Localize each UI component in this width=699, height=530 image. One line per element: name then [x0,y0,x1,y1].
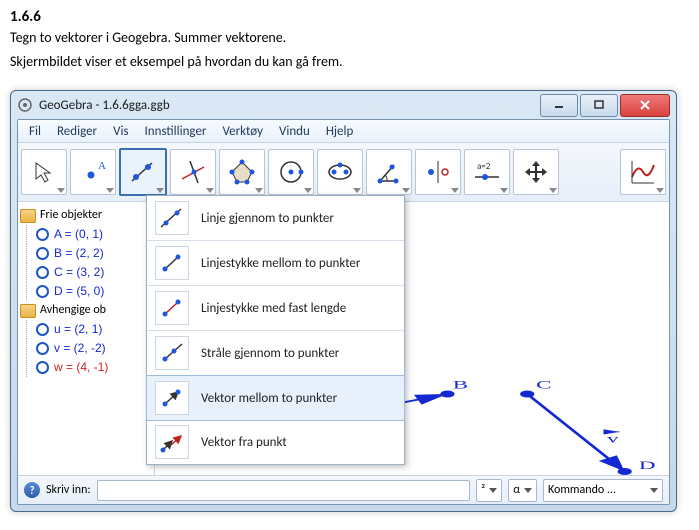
tool-point[interactable]: A [70,149,116,195]
help-icon[interactable]: ? [24,482,40,498]
svg-text:a=2: a=2 [477,161,491,172]
vector-icon [155,381,189,415]
ray-icon [155,336,189,370]
dd-vector-from[interactable]: Vektor fra punkt [147,420,404,464]
dd-segment-fixed[interactable]: Linjestykke med fast lengde [147,286,404,331]
dd-vector-label: Vektor mellom to punkter [201,391,337,406]
obj-b-label: B = (2, 2) [54,244,104,263]
segment-fixed-icon [155,291,189,325]
obj-a-label: A = (0, 1) [54,225,103,244]
vector-from-icon [155,425,189,459]
svg-text:D: D [639,459,656,472]
menu-verktoy[interactable]: Verktøy [215,122,270,141]
menubar: Fil Rediger Vis Innstillinger Verktøy Vi… [18,120,669,143]
window-title: GeoGebra - 1.6.6gga.ggb [39,98,170,113]
exercise-line1: Tegn to vektorer i Geogebra. Summer vekt… [0,28,699,52]
tool-slider[interactable]: a=2 [464,149,510,195]
menu-fil[interactable]: Fil [22,122,48,141]
input-label: Skriv inn: [46,483,91,497]
close-button[interactable] [620,94,670,117]
dep-objects-folder[interactable]: Avhengige ob [20,301,150,320]
tool-polygon[interactable] [219,149,265,195]
obj-c[interactable]: C = (3, 2) [20,263,150,282]
dd-segment-label: Linjestykke mellom to punkter [201,256,360,271]
symbol-select-2[interactable]: α [508,479,537,502]
tool-line[interactable] [119,148,167,196]
dd-ray[interactable]: Stråle gjennom to punkter [147,331,404,376]
app-window: GeoGebra - 1.6.6gga.ggb Fil Rediger Vis … [10,90,677,512]
obj-w-label: w = (4, -1) [54,358,108,377]
tool-move[interactable] [21,149,67,195]
command-label: Kommando ... [548,483,646,497]
obj-a[interactable]: A = (0, 1) [20,225,150,244]
algebra-view: Frie objekter A = (0, 1) B = (2, 2) C = … [18,202,155,475]
obj-b[interactable]: B = (2, 2) [20,244,150,263]
titlebar[interactable]: GeoGebra - 1.6.6gga.ggb [11,91,676,119]
symbol-select-1[interactable]: ² [476,479,502,502]
obj-u-label: u = (2, 1) [54,320,102,339]
maximize-button[interactable] [580,94,618,117]
dep-objects-label: Avhengige ob [40,301,106,320]
menu-vis[interactable]: Vis [106,122,135,141]
tool-move-view[interactable] [513,149,559,195]
exercise-number: 1.6.6 [0,0,699,28]
obj-c-label: C = (3, 2) [54,263,104,282]
obj-d-label: D = (5, 0) [54,282,104,301]
dd-vector[interactable]: Vektor mellom to punkter [146,375,405,421]
obj-w[interactable]: w = (4, -1) [20,358,150,377]
dd-segment-fixed-label: Linjestykke med fast lengde [201,301,346,316]
command-select[interactable]: Kommando ... [543,479,663,502]
tool-circle[interactable] [268,149,314,195]
svg-text:B: B [453,379,468,392]
obj-d[interactable]: D = (5, 0) [20,282,150,301]
free-objects-folder[interactable]: Frie objekter [20,206,150,225]
input-field[interactable] [97,480,471,501]
dd-line[interactable]: Linje gjennom to punkter [147,196,404,241]
obj-v[interactable]: v = (2, -2) [20,339,150,358]
menu-hjelp[interactable]: Hjelp [319,122,361,141]
tool-perpendicular[interactable] [170,149,216,195]
menu-innstillinger[interactable]: Innstillinger [138,122,214,141]
tool-reflect[interactable] [415,149,461,195]
tool-dropdown: Linje gjennom to punkter Linjestykke mel… [146,195,405,465]
segment-icon [155,246,189,280]
dd-ray-label: Stråle gjennom to punkter [201,346,339,361]
obj-v-label: v = (2, -2) [54,339,106,358]
tool-angle[interactable] [366,149,412,195]
tool-ellipse[interactable] [317,149,363,195]
line-icon [155,201,189,235]
svg-text:v: v [607,432,620,445]
symbol-2-label: α [513,483,520,497]
obj-u[interactable]: u = (2, 1) [20,320,150,339]
app-icon [17,97,33,113]
menu-vindu[interactable]: Vindu [272,122,317,141]
free-objects-label: Frie objekter [40,206,102,225]
toolbar: A a=2 [18,143,669,202]
input-bar: ? Skriv inn: ² α Kommando ... [18,475,669,504]
symbol-1-label: ² [481,483,485,497]
menu-rediger[interactable]: Rediger [50,122,104,141]
exercise-line2: Skjermbildet viser et eksempel på hvorda… [0,52,699,76]
minimize-button[interactable] [540,94,578,117]
tool-custom[interactable] [620,149,666,195]
dd-vector-from-label: Vektor fra punkt [201,435,287,450]
dd-segment[interactable]: Linjestykke mellom to punkter [147,241,404,286]
svg-text:A: A [98,160,106,172]
svg-text:C: C [536,379,551,392]
dd-line-label: Linje gjennom to punkter [201,211,334,226]
